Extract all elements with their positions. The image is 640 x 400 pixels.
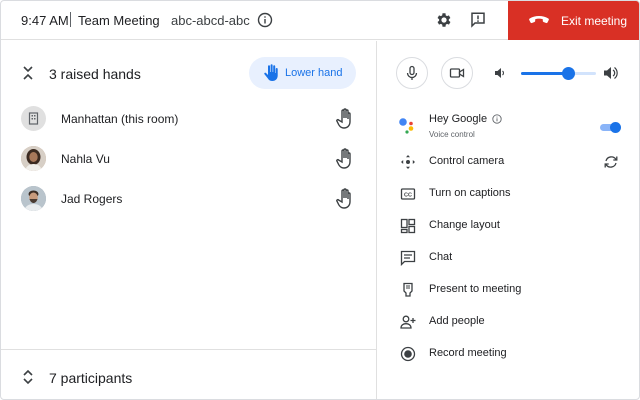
- present-icon: [403, 282, 413, 297]
- meeting-code: abc-abcd-abc: [171, 13, 250, 28]
- info-icon[interactable]: [257, 12, 273, 28]
- top-bar: 9:47 AM Team Meeting abc-abcd-abc Exit m…: [1, 1, 639, 40]
- menu-item-label: Chat: [429, 251, 453, 263]
- raised-hand-icon: [336, 108, 351, 129]
- raised-hand-icon: [336, 188, 351, 209]
- menu-item-add-people[interactable]: Add people: [398, 313, 628, 333]
- menu-item-captions[interactable]: CC Turn on captions: [398, 185, 628, 205]
- participant-name: Jad Rogers: [61, 192, 123, 206]
- voice-control-sublabel: Voice control: [429, 130, 475, 139]
- menu-item-control-camera[interactable]: Control camera: [398, 153, 628, 173]
- avatar: [21, 186, 46, 211]
- layout-icon: [400, 218, 416, 234]
- room-avatar: [21, 106, 46, 131]
- meeting-window: 9:47 AM Team Meeting abc-abcd-abc Exit m…: [0, 0, 640, 400]
- menu-item-label: Present to meeting: [429, 283, 522, 295]
- participants-panel: 3 raised hands Lower hand Manhattan (thi…: [1, 41, 377, 399]
- record-icon: [400, 346, 416, 362]
- menu-item-label: Add people: [429, 315, 485, 327]
- menu-item-record[interactable]: Record meeting: [398, 345, 628, 365]
- volume-slider-thumb[interactable]: [561, 67, 575, 80]
- microphone-button[interactable]: [396, 57, 428, 89]
- menu-item-label: Turn on captions: [429, 187, 511, 199]
- hey-google-label: Hey Google: [429, 113, 488, 125]
- captions-icon: CC: [400, 188, 416, 200]
- volume-high-icon: [604, 67, 618, 79]
- divider: [70, 12, 71, 27]
- menu-item-present[interactable]: Present to meeting: [398, 281, 628, 301]
- camera-button[interactable]: [441, 57, 473, 89]
- lower-hand-button[interactable]: Lower hand: [249, 57, 356, 89]
- menu-item-change-layout[interactable]: Change layout: [398, 217, 628, 237]
- menu-item-label: Record meeting: [429, 347, 507, 359]
- participant-name: Manhattan (this room): [61, 112, 179, 126]
- add-people-icon: [400, 315, 416, 329]
- lower-hand-label: Lower hand: [285, 67, 343, 79]
- person-photo: [21, 186, 46, 211]
- info-icon[interactable]: [492, 114, 502, 124]
- raised-hand-row: Nahla Vu: [21, 146, 361, 172]
- controls-panel: Hey Google Voice control Control camera: [378, 41, 639, 399]
- raised-hand-row: Jad Rogers: [21, 186, 361, 212]
- expand-icon[interactable]: [21, 369, 35, 385]
- volume-low-icon: [495, 68, 505, 78]
- toggle-knob: [610, 122, 621, 133]
- exit-meeting-label: Exit meeting: [561, 14, 628, 28]
- feedback-icon[interactable]: [469, 11, 487, 29]
- participant-name: Nahla Vu: [61, 152, 110, 166]
- room-icon: [28, 112, 39, 125]
- menu-item-chat[interactable]: Chat: [398, 249, 628, 269]
- raised-hand-row: Manhattan (this room): [21, 106, 361, 132]
- microphone-icon: [406, 65, 418, 80]
- exit-meeting-button[interactable]: Exit meeting: [508, 1, 639, 40]
- avatar: [21, 146, 46, 171]
- hand-icon: [264, 64, 278, 81]
- person-photo: [21, 146, 46, 171]
- menu-item-label: Change layout: [429, 219, 500, 231]
- google-assistant-icon: [399, 118, 414, 134]
- meeting-title: Team Meeting: [78, 13, 160, 28]
- collapse-icon[interactable]: [21, 65, 35, 81]
- clock-time: 9:47 AM: [21, 13, 69, 28]
- participants-count: 7 participants: [49, 370, 133, 386]
- volume-slider[interactable]: [521, 67, 596, 80]
- hang-up-icon: [529, 16, 549, 24]
- video-camera-icon: [449, 68, 465, 78]
- menu-item-label: Control camera: [429, 155, 505, 167]
- chat-icon: [400, 250, 416, 266]
- svg-text:CC: CC: [404, 192, 412, 198]
- camera-control-icon: [401, 155, 415, 169]
- gear-icon[interactable]: [435, 11, 453, 29]
- raised-hands-title: 3 raised hands: [49, 66, 141, 82]
- participants-section[interactable]: 7 participants: [1, 349, 376, 399]
- raised-hand-icon: [336, 148, 351, 169]
- hey-google-toggle[interactable]: [600, 122, 621, 133]
